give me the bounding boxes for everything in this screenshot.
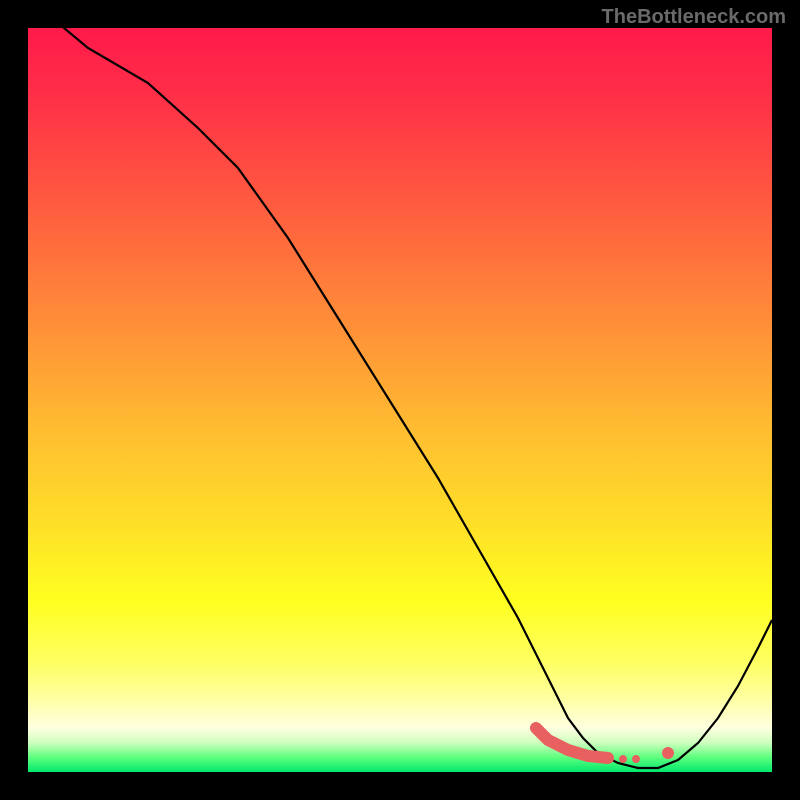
watermark-text: TheBottleneck.com [602,6,786,29]
chart-svg [28,28,772,772]
highlight-dots [536,728,674,763]
bottleneck-curve [28,28,772,768]
chart-area [28,28,772,772]
